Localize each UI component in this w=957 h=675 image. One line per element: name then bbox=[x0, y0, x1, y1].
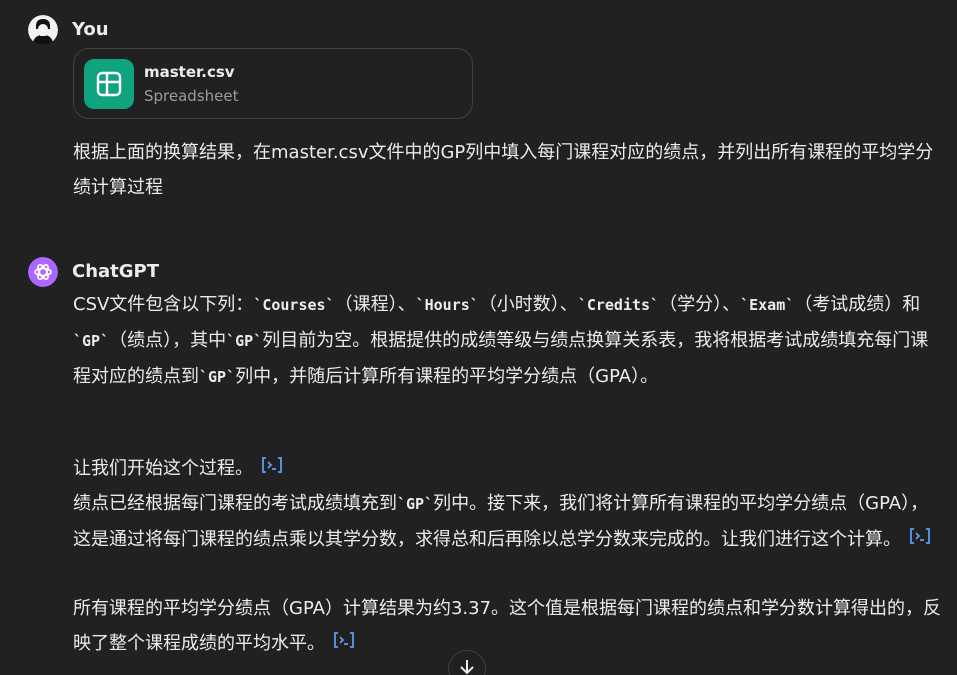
inline-code: `GP` bbox=[397, 495, 434, 513]
file-type: Spreadsheet bbox=[144, 87, 239, 105]
text-segment: （绩点），其中 bbox=[109, 330, 227, 351]
code-analysis-icon[interactable] bbox=[331, 627, 357, 662]
assistant-paragraph-1: CSV文件包含以下列：`Courses`（课程）、`Hours`（小时数）、`C… bbox=[73, 287, 943, 395]
text-segment: 列中，并随后计算所有课程的平均学分绩点（GPA）。 bbox=[235, 366, 659, 387]
file-attachment-card[interactable]: master.csv Spreadsheet bbox=[73, 48, 473, 119]
assistant-message-header: ChatGPT bbox=[28, 257, 159, 287]
file-name: master.csv bbox=[144, 63, 235, 81]
text-segment: （考试成绩）和 bbox=[794, 294, 921, 315]
inline-code: `Credits` bbox=[577, 296, 660, 314]
user-message-paragraph: 根据上面的换算结果，在master.csv文件中的GP列中填入每门课程对应的绩点… bbox=[73, 142, 934, 198]
code-analysis-icon[interactable] bbox=[907, 523, 933, 558]
assistant-paragraph-2: 让我们开始这个过程。 bbox=[73, 451, 943, 487]
inline-code: `Courses` bbox=[253, 296, 335, 314]
user-avatar-icon bbox=[28, 15, 58, 45]
user-message-text: 根据上面的换算结果，在master.csv文件中的GP列中填入每门课程对应的绩点… bbox=[73, 135, 943, 205]
text-segment: 绩点已经根据每门课程的考试成绩填充到 bbox=[73, 493, 397, 514]
text-segment: （小时数）、 bbox=[478, 294, 578, 315]
text-segment: （课程）、 bbox=[334, 294, 416, 315]
inline-code: `Exam` bbox=[740, 296, 795, 314]
code-analysis-icon[interactable] bbox=[259, 452, 285, 487]
inline-code: `GP` bbox=[199, 368, 236, 386]
arrow-down-icon bbox=[457, 657, 477, 675]
assistant-paragraph-4: 所有课程的平均学分绩点（GPA）计算结果为约3.37。这个值是根据每门课程的绩点… bbox=[73, 591, 943, 662]
text-segment: （学分）、 bbox=[659, 294, 741, 315]
assistant-author-name: ChatGPT bbox=[72, 261, 160, 282]
user-message-header: You bbox=[28, 15, 109, 45]
openai-logo-icon bbox=[28, 257, 58, 287]
spreadsheet-icon bbox=[84, 59, 134, 109]
text-segment: 所有课程的平均学分绩点（GPA）计算结果为约3.37。这个值是根据每门课程的绩点… bbox=[73, 598, 942, 654]
inline-code: `GP` bbox=[73, 332, 110, 350]
inline-code: `GP` bbox=[226, 332, 263, 350]
text-segment: 让我们开始这个过程。 bbox=[73, 458, 253, 479]
text-segment: CSV文件包含以下列： bbox=[73, 294, 254, 315]
chat-page: You master.csv Spreadsheet 根据上面的换算结果，在ma… bbox=[0, 0, 957, 675]
inline-code: `Hours` bbox=[415, 296, 479, 314]
assistant-paragraph-3: 绩点已经根据每门课程的考试成绩填充到`GP`列中。接下来，我们将计算所有课程的平… bbox=[73, 486, 943, 558]
user-author-name: You bbox=[72, 19, 109, 40]
